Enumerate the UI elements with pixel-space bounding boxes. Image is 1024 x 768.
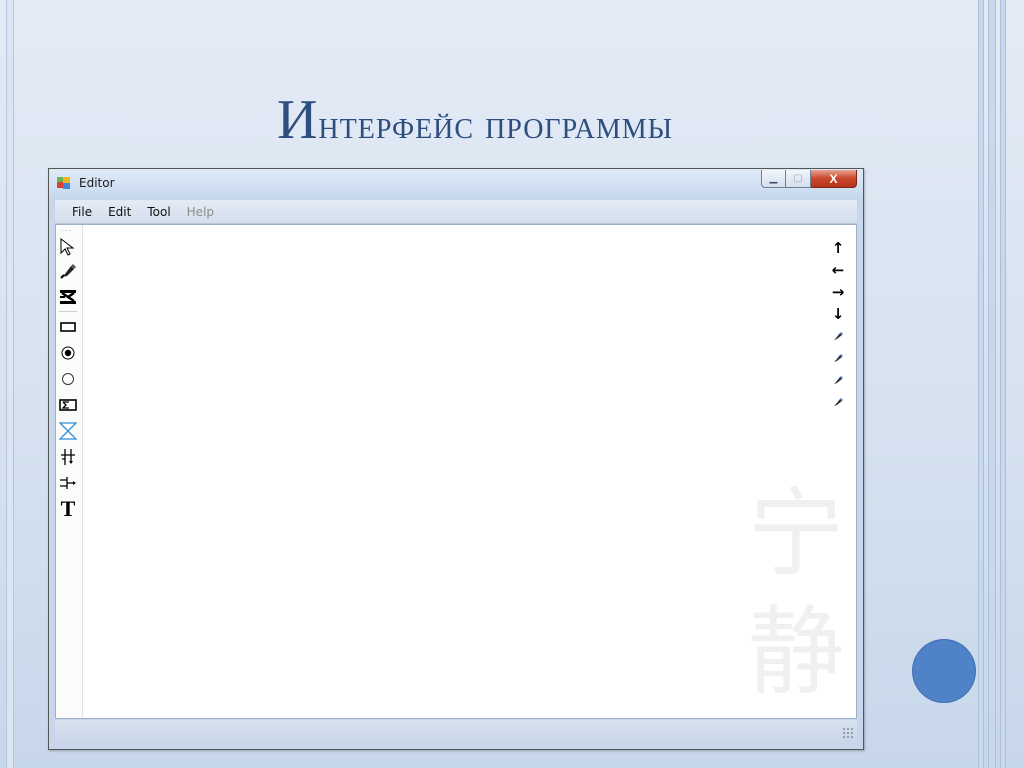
drawing-canvas[interactable]: ··· T ↑ ← → ↓ 宁 静 bbox=[55, 224, 857, 719]
pen-tool-icon[interactable] bbox=[58, 261, 78, 281]
arrow-down-button[interactable]: ↓ bbox=[828, 303, 848, 325]
resize-grip-icon[interactable] bbox=[842, 727, 854, 739]
branch-down-icon[interactable] bbox=[58, 447, 78, 467]
slide-title-initial: И bbox=[276, 89, 319, 151]
text-tool-icon[interactable]: T bbox=[58, 496, 78, 521]
slide-right-border bbox=[978, 0, 1024, 768]
branch-right-icon[interactable] bbox=[58, 473, 78, 493]
filled-circle-icon[interactable] bbox=[58, 343, 78, 363]
app-icon bbox=[57, 177, 70, 189]
arrow-left-icon: ← bbox=[831, 261, 845, 279]
pen-small-button-2[interactable] bbox=[828, 347, 848, 369]
menu-help: Help bbox=[186, 204, 215, 219]
pen-small-icon bbox=[834, 376, 843, 384]
pen-small-icon bbox=[834, 332, 843, 340]
status-bar bbox=[55, 720, 857, 742]
watermark: 宁 静 bbox=[736, 475, 856, 711]
watermark-char: 静 bbox=[748, 596, 844, 708]
pen-small-icon bbox=[834, 354, 843, 362]
watermark-char: 宁 bbox=[748, 478, 844, 590]
arrow-up-button[interactable]: ↑ bbox=[828, 237, 848, 259]
arrow-right-button[interactable]: → bbox=[828, 281, 848, 303]
arrow-up-icon: ↑ bbox=[831, 239, 845, 257]
close-icon: X bbox=[829, 171, 838, 186]
menu-file[interactable]: File bbox=[55, 205, 100, 219]
editor-window: Editor ▁ ▢ X File Edit Tool Help ··· T ↑… bbox=[48, 168, 864, 750]
toolbar-grip[interactable]: ··· bbox=[61, 227, 72, 235]
pen-small-button-4[interactable] bbox=[828, 391, 848, 413]
decorative-circle bbox=[913, 640, 975, 702]
close-button[interactable]: X bbox=[811, 170, 857, 188]
arrow-down-icon: ↓ bbox=[831, 305, 845, 323]
maximize-icon: ▢ bbox=[793, 173, 803, 184]
pen-small-icon bbox=[834, 398, 843, 406]
gate-symbol-icon[interactable] bbox=[58, 287, 78, 307]
rectangle-icon[interactable] bbox=[58, 317, 78, 337]
sum-block-icon[interactable] bbox=[58, 395, 78, 415]
arrow-left-button[interactable]: ← bbox=[828, 259, 848, 281]
left-toolbar: ··· T bbox=[56, 225, 83, 718]
window-title: Editor bbox=[79, 176, 115, 190]
slide-title: Интерфейс программы bbox=[0, 88, 950, 152]
arrow-right-icon: → bbox=[831, 283, 845, 301]
window-controls: ▁ ▢ X bbox=[761, 170, 857, 189]
window-titlebar[interactable]: Editor ▁ ▢ X bbox=[49, 169, 863, 197]
minimize-button[interactable]: ▁ bbox=[761, 170, 786, 188]
minimize-icon: ▁ bbox=[769, 173, 778, 184]
maximize-button[interactable]: ▢ bbox=[786, 170, 811, 188]
toolbar-separator bbox=[59, 311, 77, 312]
right-toolbar: ↑ ← → ↓ bbox=[828, 237, 848, 413]
pointer-arrow-icon[interactable] bbox=[58, 237, 78, 257]
pen-small-button-1[interactable] bbox=[828, 325, 848, 347]
menu-bar: File Edit Tool Help bbox=[55, 200, 857, 224]
hourglass-icon[interactable] bbox=[58, 421, 78, 441]
menu-tool[interactable]: Tool bbox=[139, 205, 178, 219]
slide-title-rest: нтерфейс программы bbox=[318, 102, 674, 147]
pen-small-button-3[interactable] bbox=[828, 369, 848, 391]
empty-circle-icon[interactable] bbox=[58, 369, 78, 389]
menu-edit[interactable]: Edit bbox=[100, 205, 139, 219]
